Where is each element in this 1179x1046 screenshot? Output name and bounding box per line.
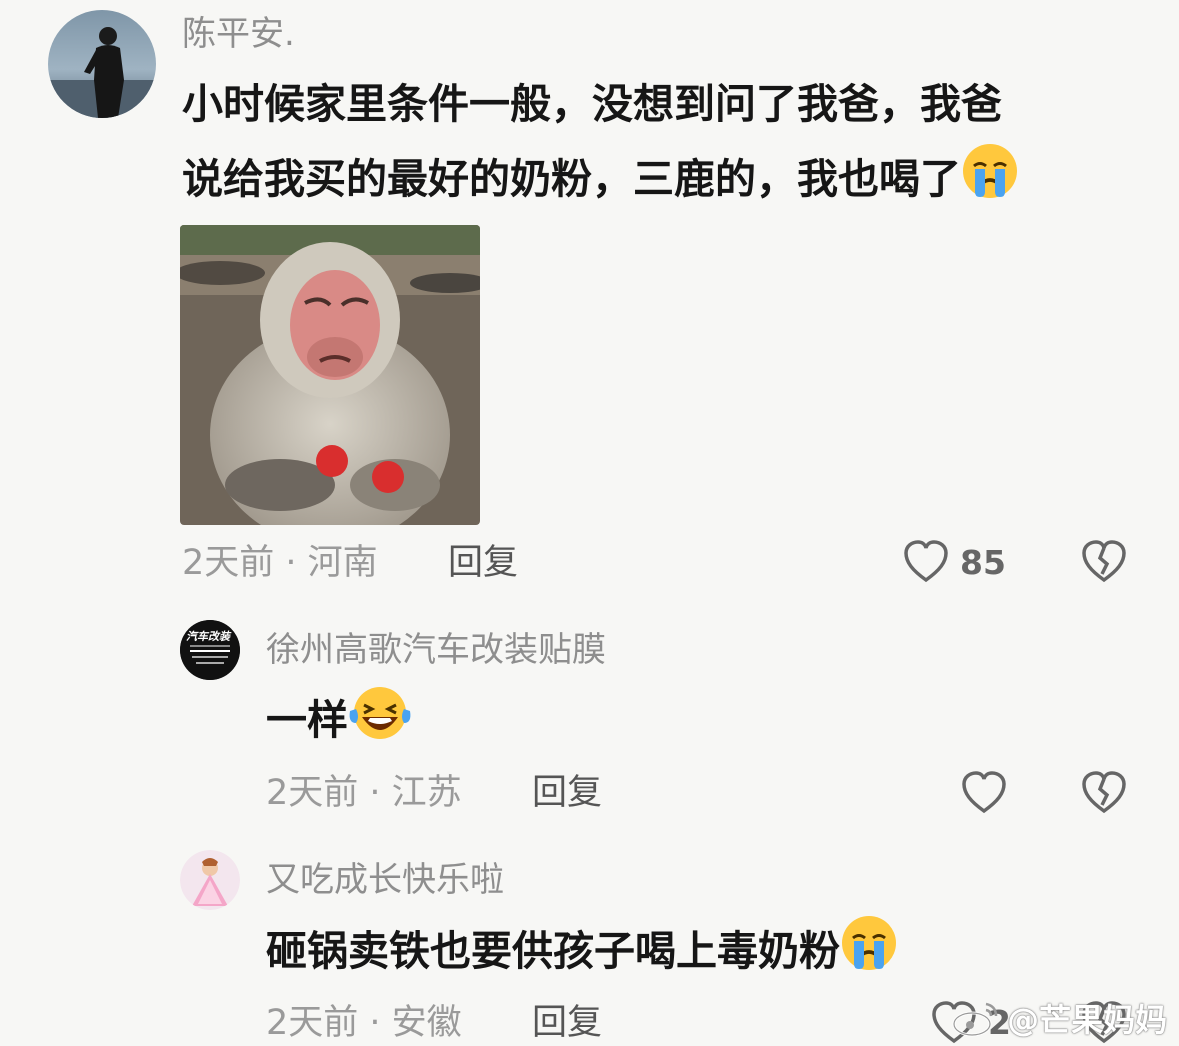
user-avatar[interactable] <box>180 850 240 910</box>
monkey-photo <box>180 225 480 525</box>
comment-location: 河南 <box>307 543 378 583</box>
crying-face-icon <box>840 914 898 994</box>
comment-text-line: 小时候家里条件一般，没想到问了我爸，我爸 <box>182 80 1002 128</box>
broken-heart-icon <box>1082 771 1126 814</box>
dislike-button[interactable] <box>1080 538 1128 584</box>
comment-meta: 2天前 · 安徽 <box>266 1001 462 1045</box>
comment-location: 江苏 <box>391 773 462 813</box>
comment-time: 2天前 <box>182 543 275 583</box>
like-button[interactable] <box>902 538 950 584</box>
meta-separator: · <box>358 1003 392 1043</box>
avatar-photo <box>48 10 156 118</box>
comment-time: 2天前 <box>266 773 359 813</box>
meta-separator: · <box>358 773 392 813</box>
comment-text-line: 说给我买的最好的奶粉，三鹿的，我也喝了 <box>182 142 1019 222</box>
comment-text: 砸锅卖铁也要供孩子喝上毒奶粉 <box>266 927 840 975</box>
watermark-text: @芒果妈妈 <box>1007 1001 1168 1039</box>
username[interactable]: 陈平安. <box>182 14 295 54</box>
comment-location: 安徽 <box>391 1003 462 1043</box>
reply-button[interactable]: 回复 <box>448 541 518 585</box>
user-avatar[interactable]: 汽车改装 <box>180 620 240 680</box>
comment-text-line: 一样 <box>266 683 412 763</box>
laughing-tears-icon <box>348 683 412 763</box>
comment-image[interactable] <box>180 225 480 525</box>
like-button[interactable] <box>960 769 1008 815</box>
heart-icon <box>962 771 1006 814</box>
user-avatar[interactable] <box>48 10 156 118</box>
weibo-logo-icon <box>950 998 1002 1042</box>
comment-meta: 2天前 · 江苏 <box>266 771 462 815</box>
comment-text: 一样 <box>266 696 348 744</box>
comment-meta: 2天前 · 河南 <box>182 541 378 585</box>
watermark: @芒果妈妈 <box>950 998 1167 1042</box>
like-count: 85 <box>960 543 1006 582</box>
reply-button[interactable]: 回复 <box>532 1001 602 1045</box>
meta-separator: · <box>274 543 308 583</box>
username[interactable]: 徐州高歌汽车改装贴膜 <box>266 630 606 670</box>
comment-text-line: 砸锅卖铁也要供孩子喝上毒奶粉 <box>266 914 898 994</box>
comment-time: 2天前 <box>266 1003 359 1043</box>
avatar-illustration <box>180 850 240 910</box>
avatar-logo-text: 汽车改装 <box>186 630 230 643</box>
heart-icon <box>904 540 948 583</box>
username[interactable]: 又吃成长快乐啦 <box>266 860 504 900</box>
dislike-button[interactable] <box>1080 769 1128 815</box>
comment-text: 说给我买的最好的奶粉，三鹿的，我也喝了 <box>182 155 961 203</box>
broken-heart-icon <box>1082 540 1126 583</box>
crying-face-icon <box>961 142 1019 222</box>
reply-button[interactable]: 回复 <box>532 771 602 815</box>
